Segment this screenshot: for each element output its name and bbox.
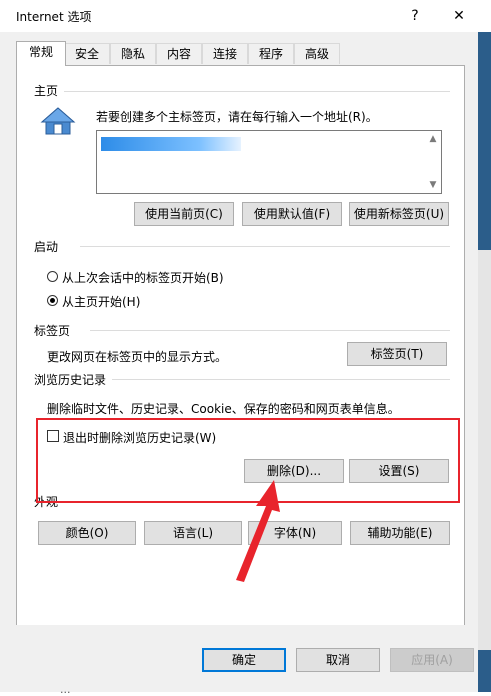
- tabs-section-title: 标签页: [34, 322, 77, 339]
- tab-content[interactable]: 内容: [156, 43, 202, 64]
- tab-connections[interactable]: 连接: [202, 43, 248, 64]
- close-button[interactable]: ✕: [444, 6, 474, 26]
- colors-button[interactable]: 颜色(O): [38, 521, 136, 545]
- house-icon: [40, 106, 76, 136]
- background-window-edge-light: [478, 250, 491, 650]
- tab-general[interactable]: 常规: [16, 41, 66, 66]
- use-default-button[interactable]: 使用默认值(F): [242, 202, 342, 226]
- tabs-button[interactable]: 标签页(T): [347, 342, 447, 366]
- tab-security[interactable]: 安全: [64, 43, 110, 64]
- scroll-up-icon[interactable]: ▲: [427, 133, 439, 145]
- scroll-down-icon[interactable]: ▼: [427, 179, 439, 191]
- divider: [110, 379, 450, 380]
- startup-option-last-session: 从上次会话中的标签页开始(B): [62, 271, 224, 285]
- tab-programs[interactable]: 程序: [248, 43, 294, 64]
- homepage-description: 若要创建多个主标签页，请在每行输入一个地址(R)。: [96, 110, 378, 124]
- tab-privacy[interactable]: 隐私: [110, 43, 156, 64]
- startup-section-title: 启动: [34, 238, 65, 255]
- startup-radio-last-session[interactable]: [47, 271, 58, 282]
- divider: [58, 91, 450, 92]
- help-button[interactable]: ?: [400, 6, 430, 26]
- tabs-description: 更改网页在标签页中的显示方式。: [47, 350, 228, 364]
- history-description: 删除临时文件、历史记录、Cookie、保存的密码和网页表单信息。: [47, 402, 400, 416]
- startup-option-homepage: 从主页开始(H): [62, 295, 141, 309]
- window-title: Internet 选项: [16, 10, 92, 24]
- use-new-tab-button[interactable]: 使用新标签页(U): [349, 202, 449, 226]
- arrow-annotation: [236, 480, 280, 582]
- accessibility-button[interactable]: 辅助功能(E): [350, 521, 450, 545]
- divider: [80, 246, 450, 247]
- cancel-button[interactable]: 取消: [296, 648, 380, 672]
- startup-radio-homepage[interactable]: [47, 295, 58, 306]
- background-page-text: ...: [60, 683, 71, 696]
- tab-advanced[interactable]: 高级: [294, 43, 340, 64]
- ok-button[interactable]: 确定: [202, 648, 286, 672]
- homepage-url-input[interactable]: ▲ ▼: [96, 130, 442, 194]
- use-current-button[interactable]: 使用当前页(C): [134, 202, 234, 226]
- divider: [90, 330, 450, 331]
- redacted-url: [101, 137, 241, 151]
- history-section-title: 浏览历史记录: [34, 371, 113, 388]
- apply-button[interactable]: 应用(A): [390, 648, 474, 672]
- homepage-section-title: 主页: [34, 82, 65, 99]
